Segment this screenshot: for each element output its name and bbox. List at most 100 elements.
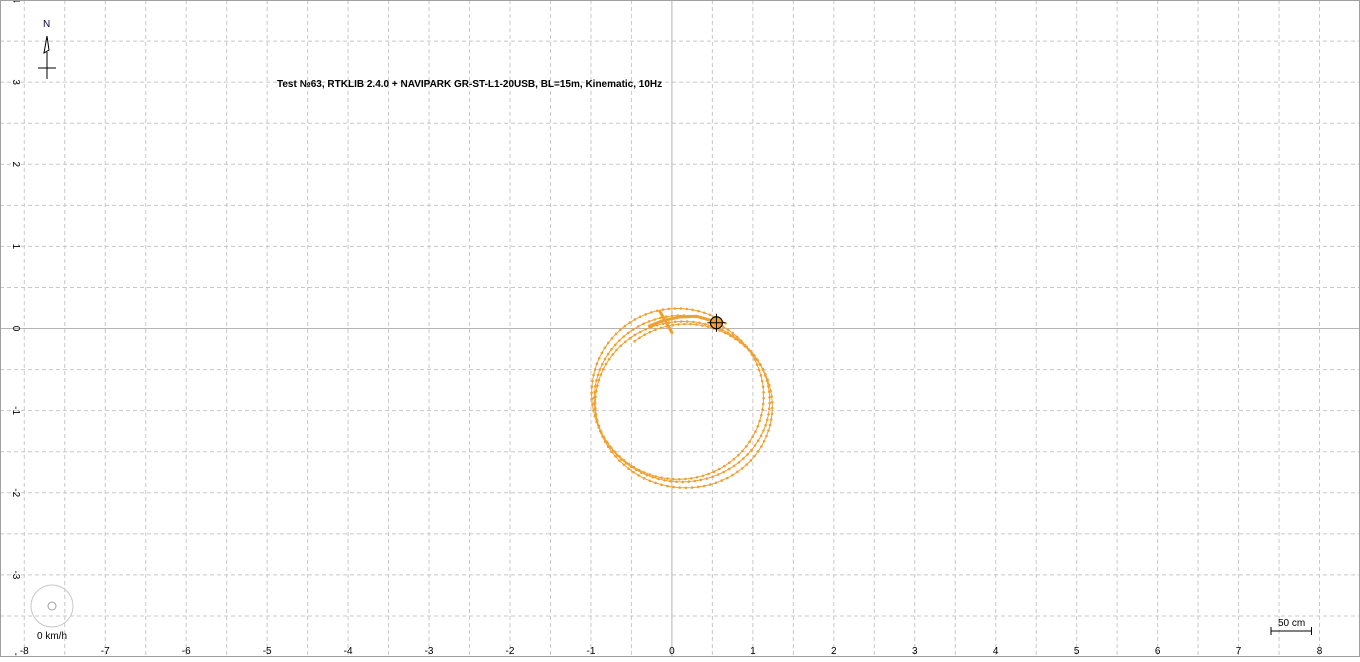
x-tick-label: -6 [182, 646, 191, 657]
track-point [707, 472, 710, 476]
track-point [740, 467, 744, 470]
track-point [758, 419, 761, 423]
track-point [628, 321, 632, 324]
track-point [675, 480, 678, 484]
track-point [767, 429, 770, 432]
track-point [741, 341, 744, 345]
track-point [734, 337, 737, 341]
y-tick-label: -2 [10, 488, 21, 497]
track-point [718, 329, 721, 332]
track-point [649, 311, 653, 314]
track-point [729, 334, 732, 338]
scale-label: 50 cm [1278, 618, 1305, 629]
track-point [744, 445, 748, 448]
track-point [745, 463, 748, 466]
track-point [683, 322, 686, 326]
track-point [593, 368, 597, 371]
track-point [640, 471, 643, 475]
track-point [764, 373, 767, 376]
track-point [614, 332, 618, 336]
track-point [594, 395, 597, 399]
x-tick-label: 7 [1236, 646, 1242, 657]
track-point [692, 320, 695, 324]
track-point [722, 470, 725, 474]
track-point [647, 320, 651, 323]
track-point [751, 353, 755, 356]
track-point [736, 470, 739, 474]
x-tick-label: -1 [586, 646, 595, 657]
track-point [597, 378, 601, 382]
track-point [671, 323, 674, 327]
track-point [749, 459, 753, 462]
track-point [761, 367, 765, 371]
track-point [619, 328, 622, 332]
track-point [622, 463, 626, 467]
track-point [768, 383, 771, 387]
track-point [597, 424, 600, 427]
track-point [701, 474, 705, 478]
track-point [592, 373, 595, 377]
track-point [606, 352, 610, 356]
track-point [618, 339, 621, 342]
track-point [755, 363, 759, 366]
track-point [628, 336, 632, 340]
track-point [731, 331, 734, 335]
track-point [679, 320, 683, 323]
track-point [659, 326, 663, 330]
track-point [648, 479, 652, 483]
track-point [627, 462, 631, 466]
track-point [666, 477, 669, 480]
track-point [754, 430, 757, 433]
track-point [599, 429, 602, 433]
track-point [615, 348, 618, 352]
track-point [760, 414, 763, 417]
track-point [701, 324, 704, 327]
track-point [768, 423, 772, 427]
track-point [594, 407, 597, 410]
track-point [600, 351, 604, 355]
track-point [661, 308, 665, 311]
y-tick-label: 0 [10, 326, 21, 332]
track-point [695, 476, 699, 479]
track-point [666, 484, 669, 488]
track-point [653, 318, 656, 321]
track-point [603, 440, 607, 444]
track-point [768, 401, 771, 405]
track-point [708, 483, 712, 486]
track-point [753, 444, 757, 447]
track-plot[interactable]: -8 -7 -6 -5 -4 -3 -2 -1 0 1 2 3 4 5 6 7 8 43210-1-2-3-4 … [0, 0, 1360, 662]
track-point [651, 475, 654, 479]
track-point [637, 325, 640, 328]
track-point [732, 464, 736, 468]
track-point [610, 337, 614, 340]
track-point [705, 477, 709, 480]
plot-area[interactable]: -8 -7 -6 -5 -4 -3 -2 -1 0 1 2 3 4 5 6 7 8 4 3 2 1 0 -1 -2 -3 -4 … [0, 0, 1360, 662]
x-tick-label: 2 [831, 646, 837, 657]
track-point [731, 473, 734, 477]
track-point [602, 367, 605, 371]
track-point [735, 335, 739, 339]
track-point [660, 476, 663, 480]
track-point [638, 315, 642, 319]
track-point [667, 307, 671, 311]
track-point [590, 385, 594, 389]
track-point [696, 485, 700, 489]
track-point [759, 374, 763, 377]
y-tick-label: -3 [10, 570, 21, 579]
track-point [654, 481, 657, 485]
track-point [594, 412, 598, 416]
track-point [599, 373, 603, 376]
track-point [622, 459, 626, 462]
track-point [642, 477, 646, 480]
track-point [645, 473, 649, 477]
track-point [591, 379, 594, 383]
y-tick-label: -1 [10, 406, 21, 415]
track-point [685, 307, 688, 311]
track-point [726, 328, 730, 332]
track-point [670, 314, 674, 318]
track-point [596, 373, 600, 377]
track-point [762, 429, 765, 432]
track-point [761, 402, 765, 406]
y-tick-label: 2 [10, 161, 21, 167]
track-point [762, 396, 765, 400]
